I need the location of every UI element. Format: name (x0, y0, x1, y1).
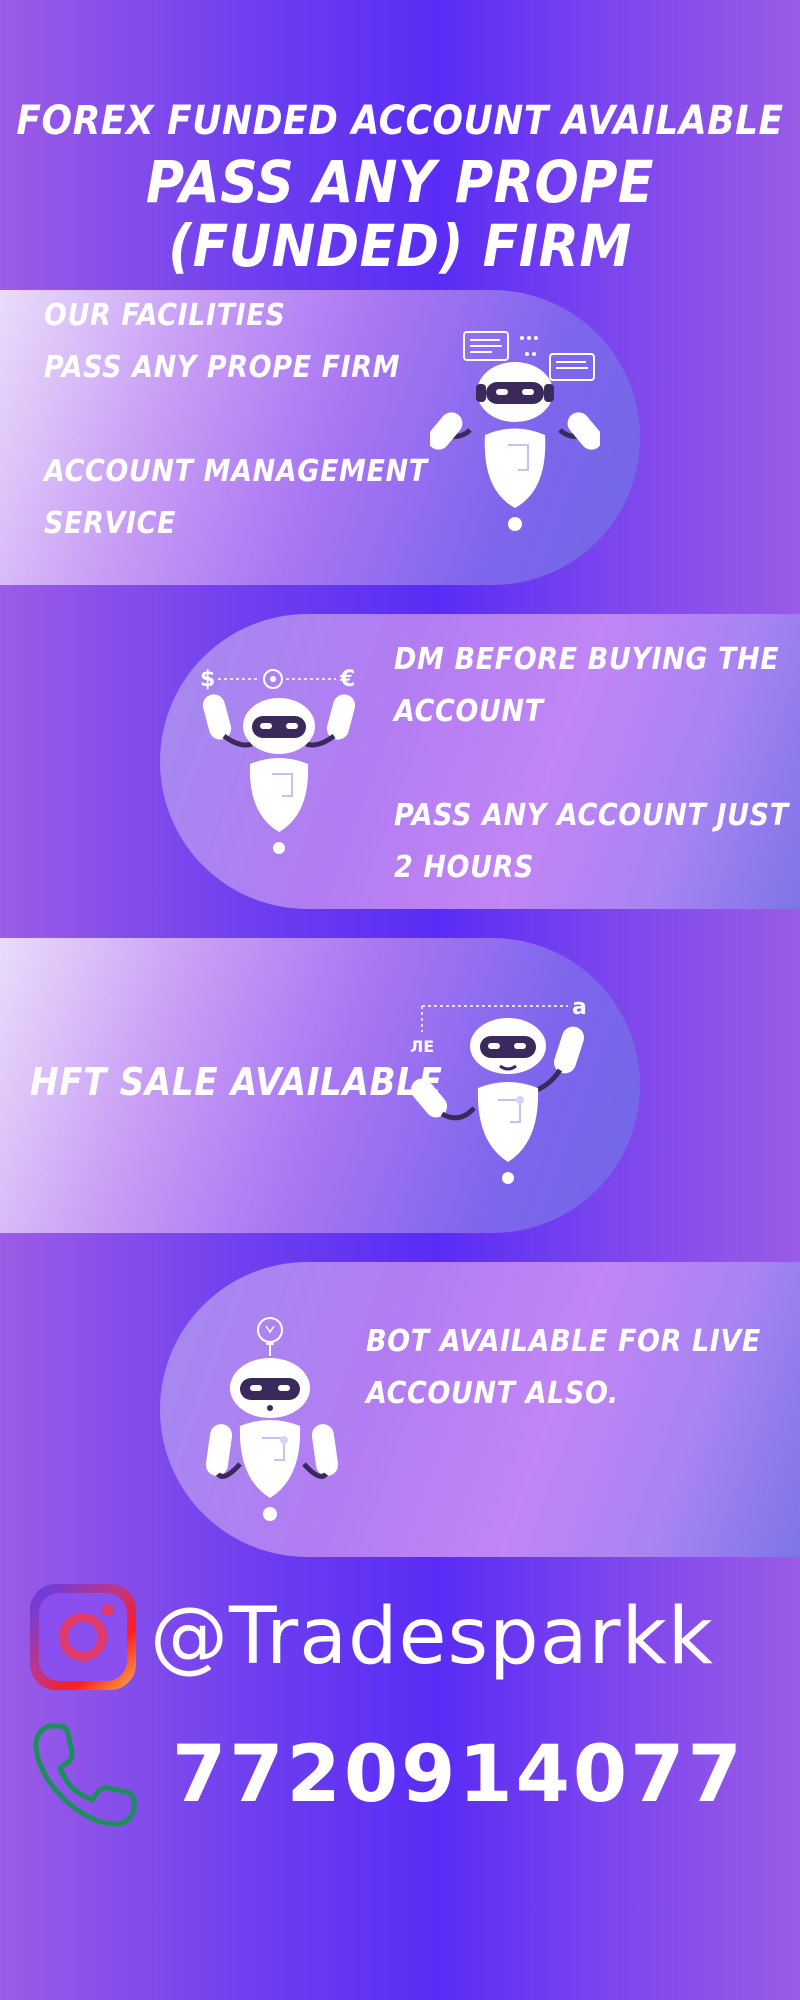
panel-dm-text: DM BEFORE BUYING THE ACCOUNT PASS ANY AC… (394, 642, 789, 885)
script-label: ЛE (410, 1037, 434, 1056)
panel-facilities-text: OUR FACILITIES PASS ANY PROPE FIRM ACCOU… (44, 298, 428, 541)
instagram-row: @Tradesparkk (30, 1584, 714, 1690)
euro-label: € (339, 667, 355, 692)
panel-bot-text: BOT AVAILABLE FOR LIVE ACCOUNT ALSO. (366, 1324, 761, 1411)
instagram-handle[interactable]: @Tradesparkk (150, 1592, 714, 1682)
letter-a-label: a (572, 996, 587, 1020)
headline-forex-funded: FOREX FUNDED ACCOUNT AVAILABLE (16, 98, 784, 144)
instagram-icon[interactable] (30, 1584, 136, 1690)
panel-facilities: OUR FACILITIES PASS ANY PROPE FIRM ACCOU… (0, 290, 640, 585)
robot-icon: $ € (200, 667, 355, 854)
panel-hft-text: HFT SALE AVAILABLE (30, 1060, 443, 1104)
gear-icon (263, 669, 283, 689)
robot-icon (430, 331, 600, 531)
dollar-label: $ (200, 667, 215, 692)
panel-bot-live: BOT AVAILABLE FOR LIVE ACCOUNT ALSO. (160, 1262, 800, 1557)
robot-icon: a ЛE (410, 996, 587, 1184)
headline-pass-any-firm: PASS ANY PROPE (FUNDED) FIRM (145, 148, 655, 280)
phone-number[interactable]: 7720914077 (172, 1730, 745, 1820)
robot-icon (205, 1317, 339, 1521)
phone-row: 7720914077 (30, 1720, 745, 1830)
panel-hft-sale: HFT SALE AVAILABLE a ЛE (0, 938, 640, 1233)
phone-icon[interactable] (30, 1720, 140, 1830)
lightbulb-icon (257, 1317, 283, 1356)
panel-dm-before-buying: DM BEFORE BUYING THE ACCOUNT PASS ANY AC… (160, 614, 800, 909)
